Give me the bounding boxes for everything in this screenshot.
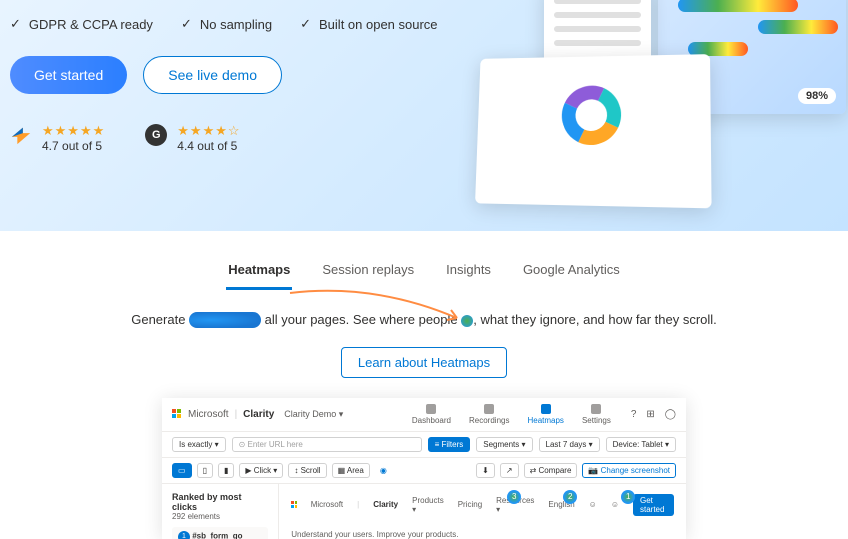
stars: ★★★★☆	[177, 124, 240, 137]
filters-button[interactable]: ≡ Filters	[428, 437, 471, 452]
rating-text: 4.4 out of 5	[177, 139, 240, 153]
heat-dot: 1	[621, 490, 635, 504]
microsoft-icon	[172, 409, 182, 419]
heatmaps-icon	[541, 404, 551, 414]
grid-icon[interactable]: ⊞	[646, 409, 654, 420]
check-icon: ✓	[10, 16, 21, 32]
preview-nav-products[interactable]: Products ▾	[412, 496, 444, 514]
check-label: Built on open source	[319, 17, 438, 32]
demo-left-panel: Ranked by most clicks 292 elements 1 #sb…	[162, 484, 279, 539]
preview-nav-signin[interactable]: ☺	[589, 500, 597, 509]
device-dropdown[interactable]: Device: Tablet ▾	[606, 437, 676, 452]
check-label: No sampling	[200, 17, 272, 32]
preview-tagline: Understand your users. Improve your prod…	[291, 530, 674, 539]
compare-button[interactable]: ⇄ Compare	[524, 463, 578, 478]
preview-nav-pricing[interactable]: Pricing	[458, 500, 482, 509]
demo-brand: Microsoft | Clarity	[172, 409, 274, 420]
demo-header: Microsoft | Clarity Clarity Demo ▾ Dashb…	[162, 398, 686, 432]
rating-capterra: ★★★★★ 4.7 out of 5	[10, 124, 105, 153]
get-started-button[interactable]: Get started	[10, 56, 127, 94]
desc-mid: all your pages. See where people	[261, 312, 461, 327]
demo-main-nav: Dashboard Recordings Heatmaps Settings	[412, 404, 611, 425]
demo-nav-settings[interactable]: Settings	[582, 404, 611, 425]
desktop-view-button[interactable]: ▭	[172, 463, 192, 478]
element-count: 292 elements	[172, 512, 268, 521]
tab-session-replays[interactable]: Session replays	[320, 258, 416, 290]
demo-filters: Is exactly ▾ ⊙ Enter URL here ≡ Filters …	[162, 432, 686, 458]
daterange-dropdown[interactable]: Last 7 days ▾	[539, 437, 600, 452]
demo-nav-recordings[interactable]: Recordings	[469, 404, 509, 425]
share-button[interactable]: ↗	[500, 463, 519, 478]
demo-nav-heatmaps[interactable]: Heatmaps	[527, 404, 563, 425]
check-icon: ✓	[300, 16, 311, 32]
check-sampling: ✓ No sampling	[181, 16, 272, 32]
feature-description: Generate all your pages. See where peopl…	[0, 312, 848, 329]
tablet-view-button[interactable]: ▯	[197, 463, 213, 478]
area-mode-button[interactable]: ▦ Area	[332, 463, 370, 478]
tab-insights[interactable]: Insights	[444, 258, 493, 290]
is-exactly-dropdown[interactable]: Is exactly ▾	[172, 437, 226, 452]
demo-right-preview: Microsoft|Clarity Products ▾ Pricing Res…	[279, 484, 686, 539]
settings-icon	[591, 404, 601, 414]
check-icon: ✓	[181, 16, 192, 32]
g2-icon: G	[145, 124, 167, 146]
desc-suffix: , what they ignore, and how far they scr…	[473, 312, 717, 327]
help-icon[interactable]: ?	[631, 409, 637, 420]
scroll-mode-button[interactable]: ↕ Scroll	[288, 463, 326, 478]
segments-dropdown[interactable]: Segments ▾	[476, 437, 532, 452]
download-button[interactable]: ⬇	[476, 463, 495, 478]
user-icon[interactable]: ◯	[665, 409, 676, 420]
demo-body: Ranked by most clicks 292 elements 1 #sb…	[162, 484, 686, 539]
demo-toolbar: ▭ ▯ ▮ ▶ Click ▾ ↕ Scroll ▦ Area ◉ ⬇ ↗ ⇄ …	[162, 458, 686, 484]
rating-g2: G ★★★★☆ 4.4 out of 5	[145, 124, 240, 153]
preview-nav-signin2[interactable]: ☺	[611, 500, 619, 509]
click-dot-icon	[461, 315, 473, 327]
desc-prefix: Generate	[131, 312, 189, 327]
check-gdpr: ✓ GDPR & CCPA ready	[10, 16, 153, 32]
tab-google-analytics[interactable]: Google Analytics	[521, 258, 622, 290]
microsoft-icon	[291, 501, 296, 509]
capterra-icon	[10, 124, 32, 146]
demo-project-dropdown[interactable]: Clarity Demo ▾	[284, 409, 343, 420]
learn-heatmaps-button[interactable]: Learn about Heatmaps	[341, 347, 507, 378]
donut-chart-icon	[554, 77, 629, 153]
recordings-icon	[484, 404, 494, 414]
heatmap-smear-icon	[189, 312, 261, 328]
heat-dot: 3	[507, 490, 521, 504]
click-mode-dropdown[interactable]: ▶ Click ▾	[239, 463, 283, 478]
preview-nav: Microsoft|Clarity Products ▾ Pricing Res…	[291, 494, 674, 516]
stars: ★★★★★	[42, 124, 105, 137]
heat-dot: 2	[563, 490, 577, 504]
mock-chart-window	[475, 54, 712, 208]
check-opensource: ✓ Built on open source	[300, 16, 437, 32]
hero-illustration: 98%	[448, 0, 848, 220]
change-screenshot-button[interactable]: 📷 Change screenshot	[582, 463, 676, 478]
live-demo-button[interactable]: See live demo	[143, 56, 282, 94]
rating-text: 4.7 out of 5	[42, 139, 105, 153]
ranked-element-item[interactable]: 1 #sb_form_go 6692 clicks (33.22%)	[172, 527, 268, 539]
percentage-badge: 98%	[798, 88, 836, 104]
demo-header-icons: ? ⊞ ◯	[631, 409, 676, 420]
mobile-view-button[interactable]: ▮	[218, 463, 234, 478]
demo-nav-dashboard[interactable]: Dashboard	[412, 404, 451, 425]
hero-section: ✓ GDPR & CCPA ready ✓ No sampling ✓ Buil…	[0, 0, 848, 231]
pc-toggle[interactable]: ◉	[375, 464, 392, 477]
preview-get-started[interactable]: Get started	[633, 494, 674, 516]
ranked-title: Ranked by most clicks	[172, 492, 268, 512]
feature-tabs: Heatmaps Session replays Insights Google…	[0, 258, 848, 290]
tab-heatmaps[interactable]: Heatmaps	[226, 258, 292, 290]
check-label: GDPR & CCPA ready	[29, 17, 153, 32]
url-input[interactable]: ⊙ Enter URL here	[232, 437, 422, 452]
demo-screenshot: Microsoft | Clarity Clarity Demo ▾ Dashb…	[162, 398, 686, 539]
dashboard-icon	[426, 404, 436, 414]
